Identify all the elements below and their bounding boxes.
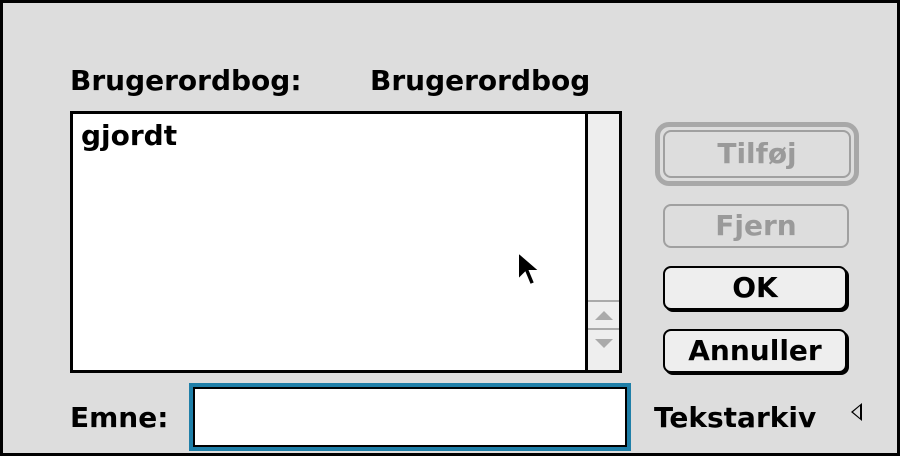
spelling-dictionary-dialog: Brugerordbog: Brugerordbog gjordt Tilføj… (0, 0, 900, 456)
subject-input[interactable] (189, 383, 631, 451)
scroll-down-arrow-icon[interactable] (588, 328, 619, 356)
cancel-button[interactable]: Annuller (663, 329, 847, 373)
scroll-up-arrow-icon[interactable] (588, 300, 619, 328)
dictionary-name: Brugerordbog (370, 64, 591, 97)
ok-button[interactable]: OK (663, 266, 847, 310)
remove-button[interactable]: Fjern (663, 204, 849, 248)
popup-triangle-icon[interactable] (851, 403, 862, 421)
word-list-scrollbar[interactable] (585, 114, 619, 370)
list-item[interactable]: gjordt (81, 122, 177, 150)
dictionary-label: Brugerordbog: (70, 64, 302, 97)
word-list[interactable]: gjordt (70, 111, 622, 373)
add-button[interactable]: Tilføj (663, 130, 851, 178)
arrow-cursor-icon (517, 249, 543, 287)
document-popup-label[interactable]: Tekstarkiv (654, 404, 816, 432)
subject-label: Emne: (70, 401, 169, 434)
